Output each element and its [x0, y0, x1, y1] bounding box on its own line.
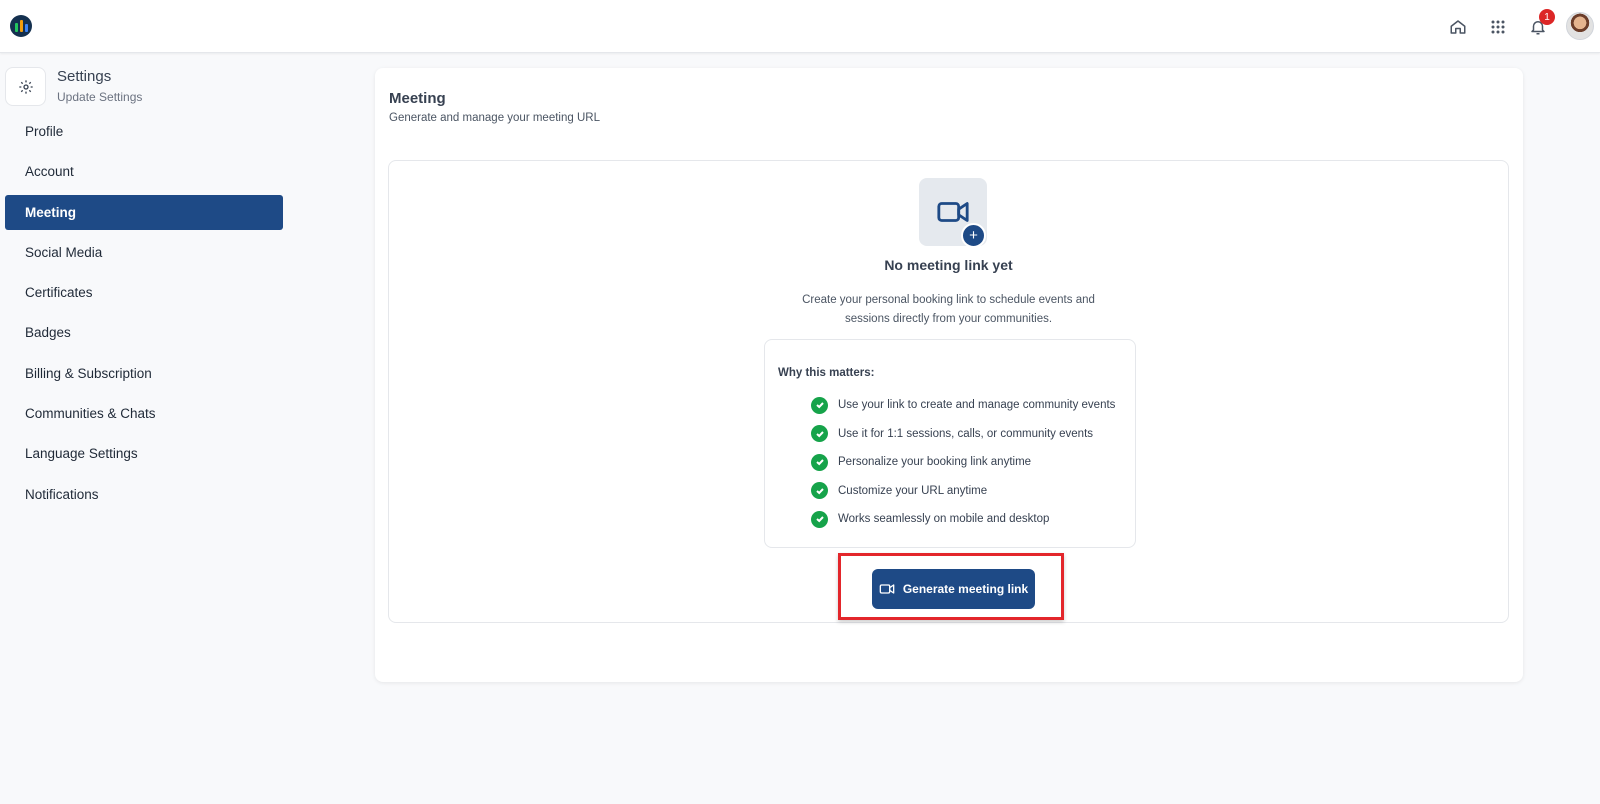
- generate-meeting-link-button[interactable]: Generate meeting link: [872, 569, 1035, 609]
- list-item: Use your link to create and manage commu…: [811, 391, 1115, 420]
- home-icon[interactable]: [1446, 15, 1470, 39]
- meeting-panel: Meeting Generate and manage your meeting…: [375, 68, 1523, 682]
- check-circle-icon: [811, 396, 828, 414]
- app-logo-icon[interactable]: [10, 15, 32, 37]
- list-item: Customize your URL anytime: [811, 477, 1115, 506]
- check-circle-icon: [811, 425, 828, 443]
- sidebar-item-notifications[interactable]: Notifications: [5, 477, 283, 512]
- generate-button-label: Generate meeting link: [902, 582, 1029, 596]
- list-item: Personalize your booking link anytime: [811, 448, 1115, 477]
- benefits-list: Use your link to create and manage commu…: [811, 391, 1115, 534]
- list-item: Use it for 1:1 sessions, calls, or commu…: [811, 420, 1115, 449]
- sidebar-item-communities[interactable]: Communities & Chats: [5, 396, 283, 431]
- video-camera-icon: [879, 584, 895, 594]
- sidebar-item-billing[interactable]: Billing & Subscription: [5, 356, 283, 391]
- sidebar-item-account[interactable]: Account: [5, 154, 283, 189]
- empty-state-title: No meeting link yet: [884, 257, 1013, 273]
- check-circle-icon: [811, 482, 828, 500]
- check-circle-icon: [811, 510, 828, 528]
- apps-grid-icon[interactable]: [1486, 15, 1510, 39]
- why-this-matters-box: Why this matters: Use your link to creat…: [764, 339, 1136, 548]
- check-circle-icon: [811, 453, 828, 471]
- settings-subtitle: Update Settings: [57, 90, 143, 104]
- settings-nav: Profile Account Meeting Social Media Cer…: [5, 114, 283, 517]
- notification-count-badge: 1: [1539, 9, 1555, 25]
- sidebar-item-certificates[interactable]: Certificates: [5, 275, 283, 310]
- page-subtitle: Generate and manage your meeting URL: [389, 112, 600, 124]
- sidebar-item-language[interactable]: Language Settings: [5, 436, 283, 471]
- user-avatar[interactable]: [1566, 12, 1594, 40]
- empty-state-description: Create your personal booking link to sch…: [802, 294, 1095, 325]
- settings-header: Settings Update Settings: [5, 67, 142, 106]
- sidebar-item-profile[interactable]: Profile: [5, 114, 283, 149]
- empty-state-card: + No meeting link yet Create your person…: [388, 160, 1509, 623]
- settings-title: Settings: [57, 68, 112, 85]
- page-title: Meeting: [389, 90, 446, 107]
- why-title: Why this matters:: [778, 367, 875, 379]
- gear-icon: [5, 67, 46, 106]
- sidebar-item-social-media[interactable]: Social Media: [5, 235, 283, 270]
- plus-icon: +: [961, 223, 986, 248]
- list-item: Works seamlessly on mobile and desktop: [811, 505, 1115, 534]
- sidebar-item-badges[interactable]: Badges: [5, 315, 283, 350]
- top-bar: 1: [0, 0, 1600, 53]
- sidebar-item-meeting[interactable]: Meeting: [5, 194, 283, 230]
